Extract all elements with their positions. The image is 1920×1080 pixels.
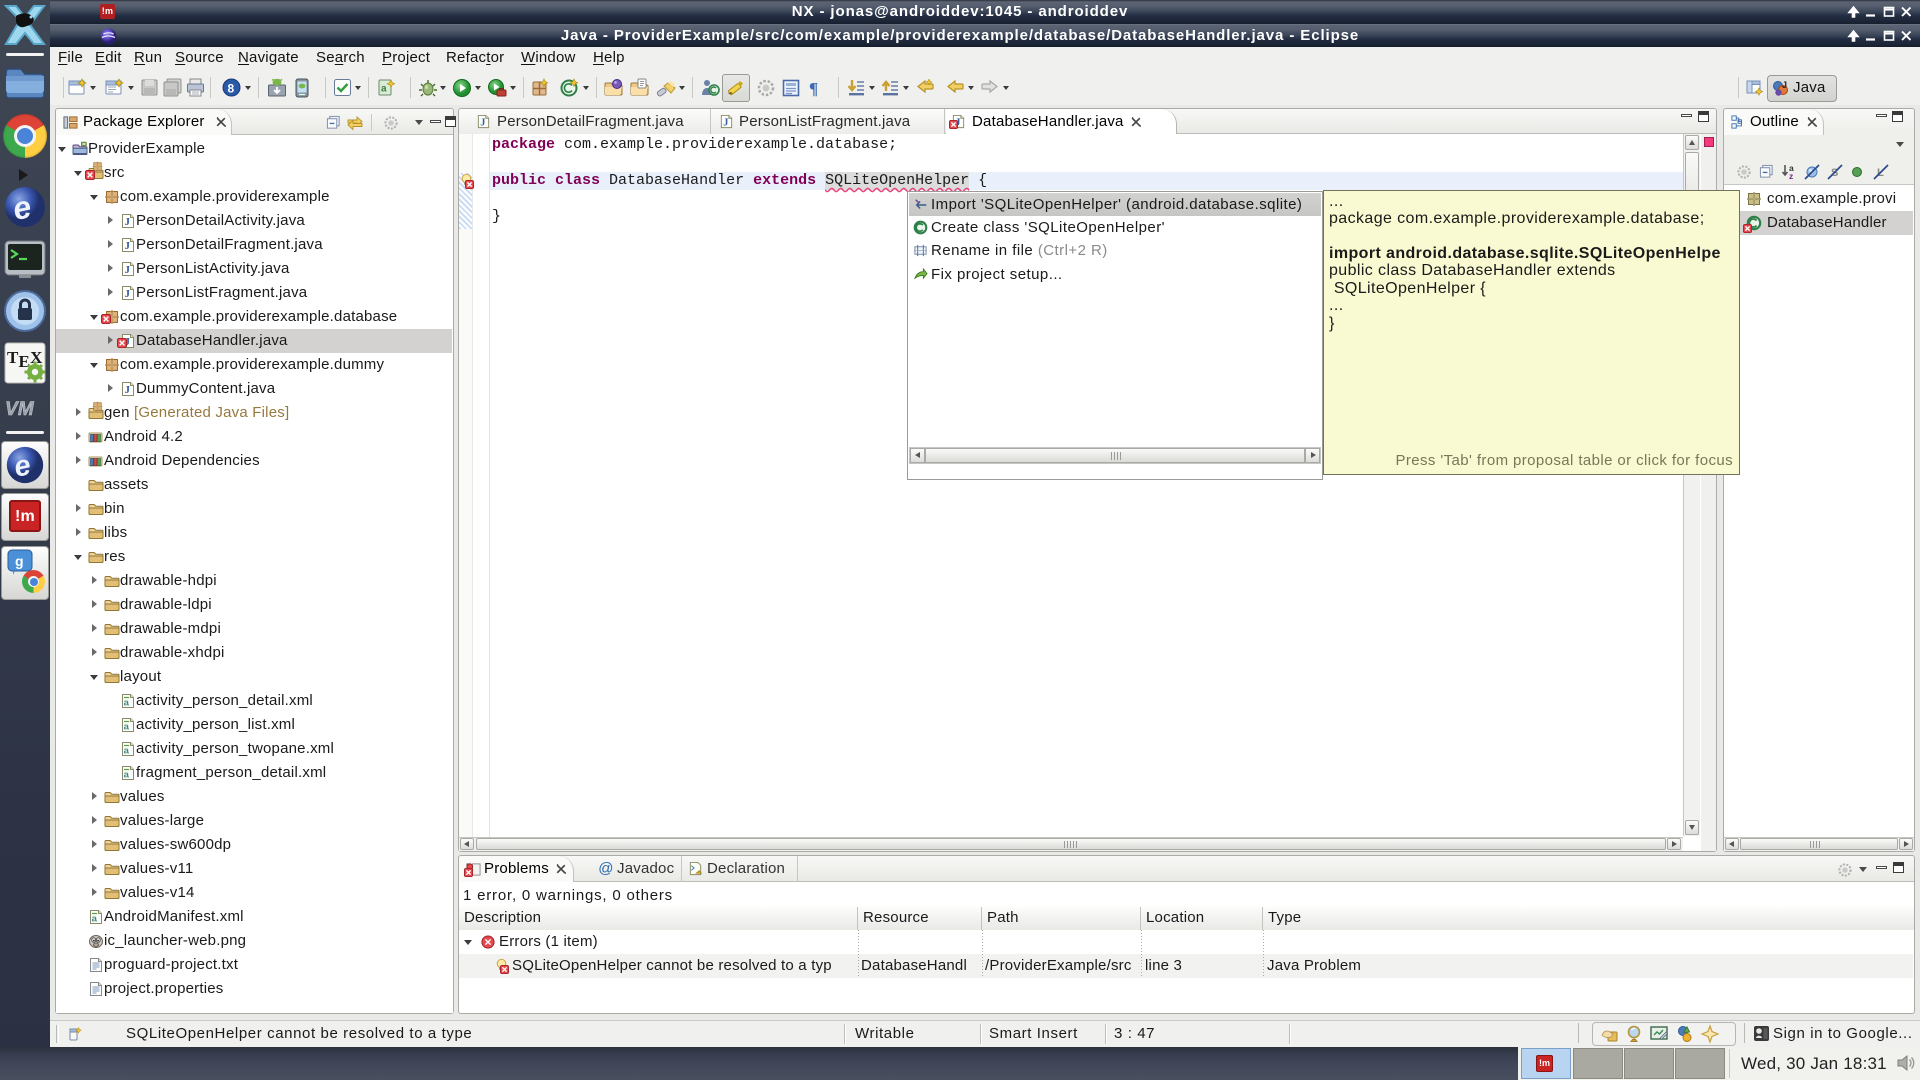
svg-text:VM: VM (5, 399, 35, 420)
svg-text:¶: ¶ (809, 79, 818, 98)
svg-text:8: 8 (228, 82, 235, 96)
svg-text:g: g (15, 553, 24, 569)
svg-text:z: z (1789, 171, 1793, 181)
svg-text:a: a (381, 84, 387, 95)
svg-text:J: J (1782, 80, 1787, 90)
